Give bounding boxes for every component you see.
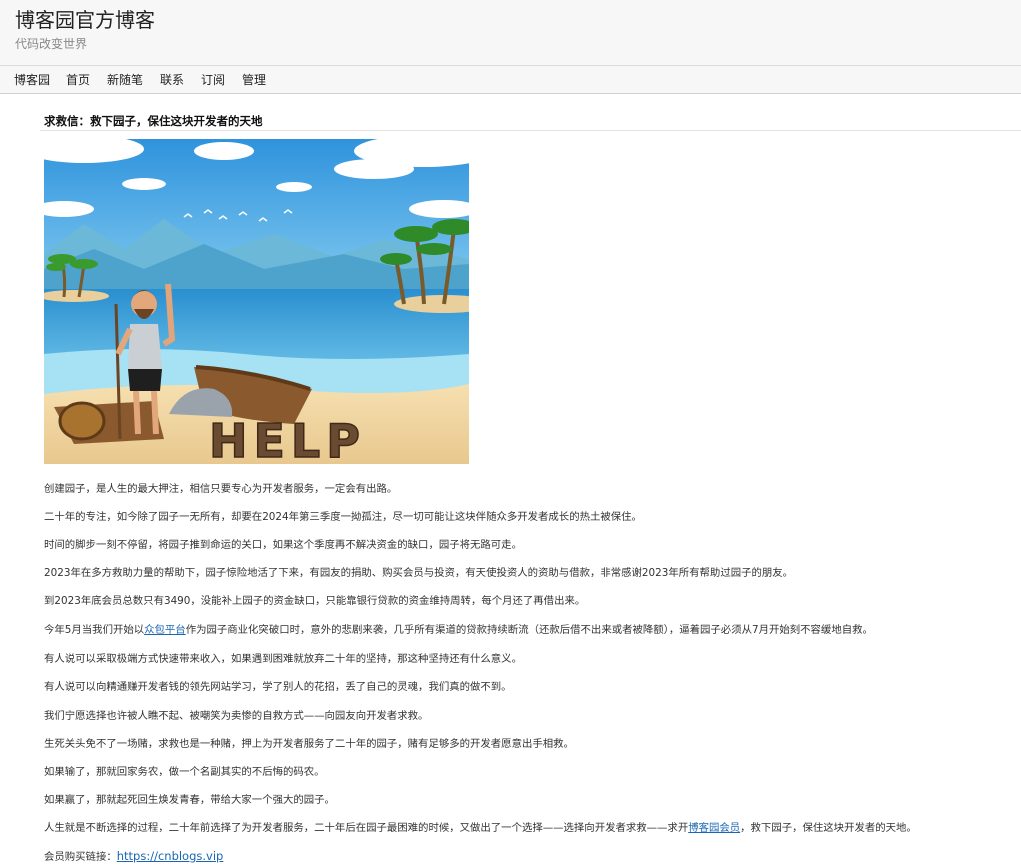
paragraph-10: 生死关头免不了一场赌，求救也是一种赌，押上为开发者服务了二十年的园子，赌有足够多… [44,738,574,750]
paragraph-7: 有人说可以采取极端方式快速带来收入，如果遇到困难就放弃二十年的坚持，那这种坚持还… [44,653,522,665]
paragraph-6: 今年5月当我们开始以众包平台作为园子商业化突破口时，意外的悲剧来袭，几乎所有渠道… [44,623,873,637]
blog-title-link[interactable]: 博客园官方博客 [15,8,155,32]
paragraph-5: 到2023年底会员总数只有3490，没能补上园子的资金缺口，只能靠银行贷款的资金… [44,595,586,607]
purchase-label: 会员购买链接： [44,851,117,863]
nav-link-new-post[interactable]: 新随笔 [107,72,143,88]
crowdsourcing-platform-link[interactable]: 众包平台 [144,624,186,636]
paragraph-8: 有人说可以向精通赚开发者钱的领先网站学习，学了别人的花招，丢了自己的灵魂，我们真… [44,681,512,693]
nav-link-manage[interactable]: 管理 [242,72,266,88]
paragraph-6-before: 今年5月当我们开始以 [44,624,145,636]
nav-link-home[interactable]: 首页 [66,72,90,88]
nav-link-contact[interactable]: 联系 [160,72,184,88]
paragraph-9: 我们宁愿选择也许被人瞧不起、被嘲笑为卖惨的自救方式——向园友向开发者求救。 [44,710,429,722]
membership-link[interactable]: 博客园会员 [688,822,740,834]
paragraph-11: 如果输了，那就回家务农，做一个名副其实的不后悔的码农。 [44,766,325,778]
title-divider [40,130,1021,131]
help-illustration: HELP [44,139,469,464]
nav-link-subscribe[interactable]: 订阅 [201,72,225,88]
paragraph-13-after: ，救下园子，保住这块开发者的天地。 [740,822,917,834]
paragraph-13: 人生就是不断选择的过程，二十年前选择了为开发者服务，二十年后在园子最困难的时候，… [44,821,917,835]
paragraph-2: 二十年的专注，如今除了园子一无所有，却要在2024年第三季度一拗孤注，尽一切可能… [44,511,642,523]
help-stones-text: HELP [209,414,366,464]
blog-subtitle: 代码改变世界 [15,37,88,51]
post-title-link[interactable]: 求救信：救下园子，保住这块开发者的天地 [44,113,263,129]
navigation-bar: 博客园 首页 新随笔 联系 订阅 管理 [0,66,1021,94]
paragraph-6-after: 作为园子商业化突破口时，意外的悲剧来袭，几乎所有渠道的贷款持续断流（还款后借不出… [185,624,873,636]
paragraph-13-before: 人生就是不断选择的过程，二十年前选择了为开发者服务，二十年后在园子最困难的时候，… [44,822,689,834]
paragraph-3: 时间的脚步一刻不停留，将园子推到命运的关口，如果这个季度再不解决资金的缺口，园子… [44,539,522,551]
paragraph-12: 如果赢了，那就起死回生焕发青春，带给大家一个强大的园子。 [44,794,335,806]
paragraph-4: 2023年在多方救助力量的帮助下，园子惊险地活了下来，有园友的捐助、购买会员与投… [44,567,794,579]
paragraph-1: 创建园子，是人生的最大押注，相信只要专心为开发者服务，一定会有出路。 [44,483,398,495]
nav-link-cnblogs[interactable]: 博客园 [14,72,50,88]
purchase-url-link[interactable]: https://cnblogs.vip [117,849,224,863]
purchase-line: 会员购买链接：https://cnblogs.vip [44,849,223,864]
blog-header: 博客园官方博客 代码改变世界 [0,0,1021,66]
